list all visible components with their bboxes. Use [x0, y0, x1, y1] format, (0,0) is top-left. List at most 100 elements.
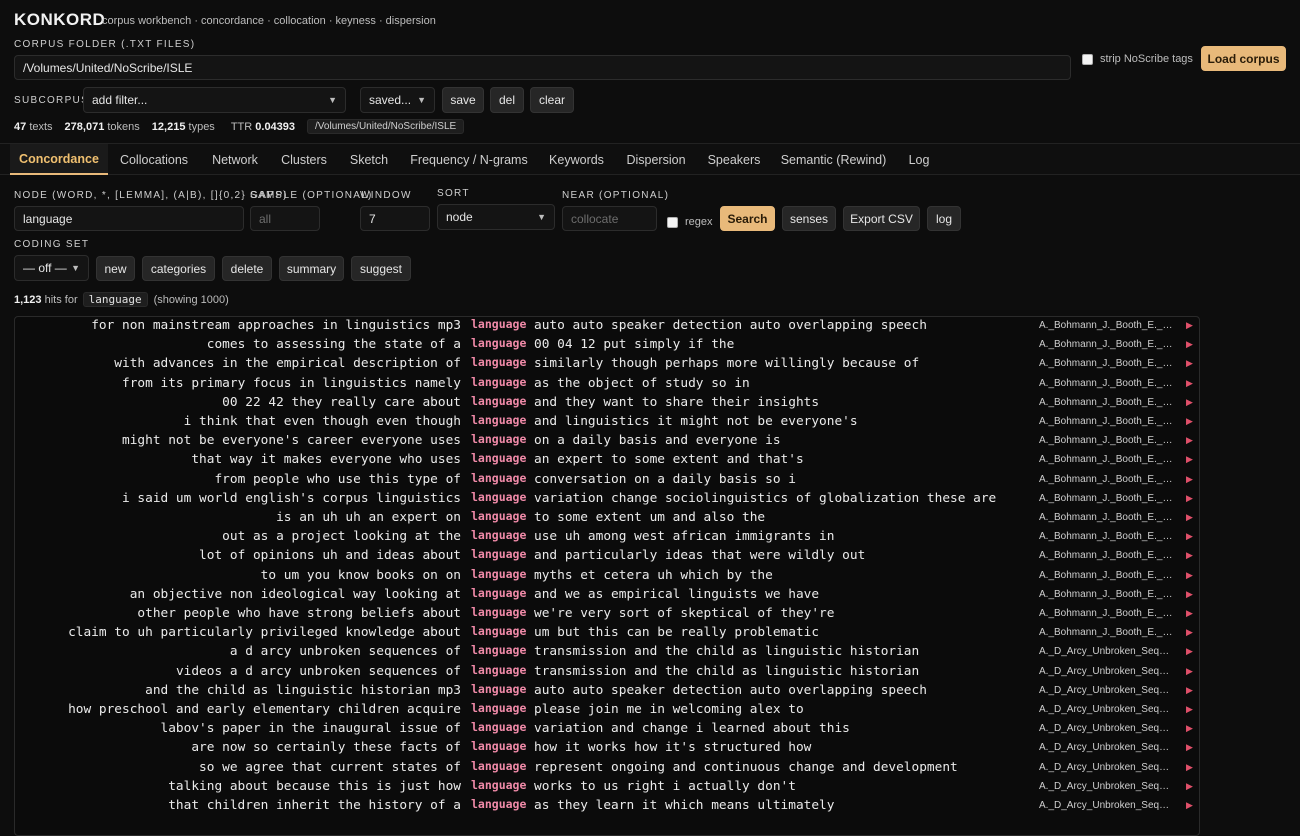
clear-subcorpus-button[interactable]: clear — [530, 87, 574, 113]
play-triangle-icon[interactable]: ▶ — [1186, 475, 1193, 485]
concordance-row[interactable]: from people who use this type of language… — [15, 471, 1199, 490]
concordance-row[interactable]: lot of opinions uh and ideas about langua… — [15, 547, 1199, 566]
concordance-row[interactable]: is an uh uh an expert on language to some … — [15, 509, 1199, 528]
source-file[interactable]: A._Bohmann_J._Booth_E._Bohmann — [1039, 627, 1173, 638]
source-file[interactable]: A._Bohmann_J._Booth_E._Bohmann — [1039, 531, 1173, 542]
source-file[interactable]: A._Bohmann_J._Booth_E._Bohmann — [1039, 589, 1173, 600]
concordance-row[interactable]: 00 22 42 they really care about language a… — [15, 394, 1199, 413]
play-triangle-icon[interactable]: ▶ — [1186, 763, 1193, 773]
source-file[interactable]: A._Bohmann_J._Booth_E._Bohmann — [1039, 378, 1173, 389]
play-triangle-icon[interactable]: ▶ — [1186, 724, 1193, 734]
source-file[interactable]: A._Bohmann_J._Booth_E._Bohmann — [1039, 550, 1173, 561]
concordance-row[interactable]: claim to uh particularly privileged know… — [15, 624, 1199, 643]
source-file[interactable]: A._Bohmann_J._Booth_E._Bohmann — [1039, 358, 1173, 369]
source-file[interactable]: A._Bohmann_J._Booth_E._Bohmann — [1039, 608, 1173, 619]
tab-dispersion[interactable]: Dispersion — [615, 144, 697, 175]
suggest-button[interactable]: suggest — [351, 256, 411, 281]
play-triangle-icon[interactable]: ▶ — [1186, 628, 1193, 638]
play-triangle-icon[interactable]: ▶ — [1186, 609, 1193, 619]
tab-semantic-rewind[interactable]: Semantic (Rewind) — [771, 144, 896, 175]
sample-input[interactable]: all — [250, 206, 320, 231]
source-file[interactable]: A._Bohmann_J._Booth_E._Bohmann — [1039, 454, 1173, 465]
play-triangle-icon[interactable]: ▶ — [1186, 417, 1193, 427]
source-file[interactable]: A._D_Arcy_Unbroken_Sequences — [1039, 781, 1173, 792]
play-triangle-icon[interactable]: ▶ — [1186, 590, 1193, 600]
source-file[interactable]: A._D_Arcy_Unbroken_Sequences — [1039, 800, 1173, 811]
source-file[interactable]: A._Bohmann_J._Booth_E._Bohmann — [1039, 570, 1173, 581]
concordance-row[interactable]: to um you know books on on language myths … — [15, 567, 1199, 586]
concordance-row[interactable]: out as a project looking at the language u… — [15, 528, 1199, 547]
play-triangle-icon[interactable]: ▶ — [1186, 436, 1193, 446]
tab-clusters[interactable]: Clusters — [270, 144, 338, 175]
source-file[interactable]: A._Bohmann_J._Booth_E._Bohmann — [1039, 320, 1173, 331]
concordance-row[interactable]: with advances in the empirical descripti… — [15, 355, 1199, 374]
concordance-row[interactable]: how preschool and early elementary child… — [15, 701, 1199, 720]
delete-subcorpus-button[interactable]: del — [490, 87, 524, 113]
play-triangle-icon[interactable]: ▶ — [1186, 551, 1193, 561]
log-button[interactable]: log — [927, 206, 961, 231]
play-triangle-icon[interactable]: ▶ — [1186, 532, 1193, 542]
tab-collocations[interactable]: Collocations — [108, 144, 200, 175]
play-triangle-icon[interactable]: ▶ — [1186, 705, 1193, 715]
source-file[interactable]: A._Bohmann_J._Booth_E._Bohmann — [1039, 397, 1173, 408]
play-triangle-icon[interactable]: ▶ — [1186, 782, 1193, 792]
corpus-folder-input[interactable]: /Volumes/United/NoScribe/ISLE — [14, 55, 1071, 80]
strip-noscribe-checkbox[interactable] — [1082, 54, 1093, 65]
concordance-row[interactable]: comes to assessing the state of a languag… — [15, 336, 1199, 355]
node-query-input[interactable]: language — [14, 206, 244, 231]
concordance-row[interactable]: talking about because this is just how la… — [15, 778, 1199, 797]
play-triangle-icon[interactable]: ▶ — [1186, 801, 1193, 811]
concordance-row[interactable]: are now so certainly these facts of langu… — [15, 739, 1199, 758]
play-triangle-icon[interactable]: ▶ — [1186, 667, 1193, 677]
export-csv-button[interactable]: Export CSV — [843, 206, 920, 231]
concordance-row[interactable]: i said um world english's corpus linguis… — [15, 490, 1199, 509]
play-triangle-icon[interactable]: ▶ — [1186, 379, 1193, 389]
tab-speakers[interactable]: Speakers — [697, 144, 771, 175]
play-triangle-icon[interactable]: ▶ — [1186, 647, 1193, 657]
source-file[interactable]: A._Bohmann_J._Booth_E._Bohmann — [1039, 512, 1173, 523]
concordance-row[interactable]: from its primary focus in linguistics na… — [15, 375, 1199, 394]
new-coding-set-button[interactable]: new — [96, 256, 135, 281]
subcorpus-filter-select[interactable]: add filter... ▼ — [83, 87, 346, 113]
tab-frequency-ngrams[interactable]: Frequency / N-grams — [400, 144, 538, 175]
concordance-row[interactable]: for non mainstream approaches in linguis… — [15, 317, 1199, 336]
tab-network[interactable]: Network — [200, 144, 270, 175]
concordance-row[interactable]: a d arcy unbroken sequences of language tr… — [15, 643, 1199, 662]
source-file[interactable]: A._D_Arcy_Unbroken_Sequences — [1039, 723, 1173, 734]
play-triangle-icon[interactable]: ▶ — [1186, 571, 1193, 581]
sort-select[interactable]: node ▼ — [437, 204, 555, 230]
play-triangle-icon[interactable]: ▶ — [1186, 340, 1193, 350]
save-subcorpus-button[interactable]: save — [442, 87, 484, 113]
concordance-row[interactable]: and the child as linguistic historian mp… — [15, 682, 1199, 701]
tab-concordance[interactable]: Concordance — [10, 144, 108, 175]
play-triangle-icon[interactable]: ▶ — [1186, 359, 1193, 369]
concordance-row[interactable]: labov's paper in the inaugural issue of l… — [15, 720, 1199, 739]
source-file[interactable]: A._D_Arcy_Unbroken_Sequences — [1039, 742, 1173, 753]
concordance-row[interactable]: might not be everyone's career everyone … — [15, 432, 1199, 451]
concordance-row[interactable]: videos a d arcy unbroken sequences of lan… — [15, 663, 1199, 682]
concordance-row[interactable]: other people who have strong beliefs abo… — [15, 605, 1199, 624]
tab-log[interactable]: Log — [896, 144, 942, 175]
senses-button[interactable]: senses — [782, 206, 836, 231]
source-file[interactable]: A._Bohmann_J._Booth_E._Bohmann — [1039, 339, 1173, 350]
near-collocate-input[interactable]: collocate — [562, 206, 657, 231]
categories-button[interactable]: categories — [142, 256, 215, 281]
tab-keywords[interactable]: Keywords — [538, 144, 615, 175]
concordance-row[interactable]: an objective non ideological way looking… — [15, 586, 1199, 605]
play-triangle-icon[interactable]: ▶ — [1186, 494, 1193, 504]
play-triangle-icon[interactable]: ▶ — [1186, 321, 1193, 331]
source-file[interactable]: A._D_Arcy_Unbroken_Sequences — [1039, 666, 1173, 677]
source-file[interactable]: A._Bohmann_J._Booth_E._Bohmann — [1039, 474, 1173, 485]
concordance-row[interactable]: i think that even though even though lang… — [15, 413, 1199, 432]
window-input[interactable]: 7 — [360, 206, 430, 231]
source-file[interactable]: A._Bohmann_J._Booth_E._Bohmann — [1039, 416, 1173, 427]
load-corpus-button[interactable]: Load corpus — [1201, 46, 1286, 71]
source-file[interactable]: A._Bohmann_J._Booth_E._Bohmann — [1039, 493, 1173, 504]
play-triangle-icon[interactable]: ▶ — [1186, 686, 1193, 696]
source-file[interactable]: A._D_Arcy_Unbroken_Sequences — [1039, 685, 1173, 696]
play-triangle-icon[interactable]: ▶ — [1186, 398, 1193, 408]
coding-set-select[interactable]: — off — ▼ — [14, 255, 89, 281]
concordance-row[interactable]: so we agree that current states of langua… — [15, 759, 1199, 778]
source-file[interactable]: A._D_Arcy_Unbroken_Sequences — [1039, 704, 1173, 715]
search-button[interactable]: Search — [720, 206, 775, 231]
